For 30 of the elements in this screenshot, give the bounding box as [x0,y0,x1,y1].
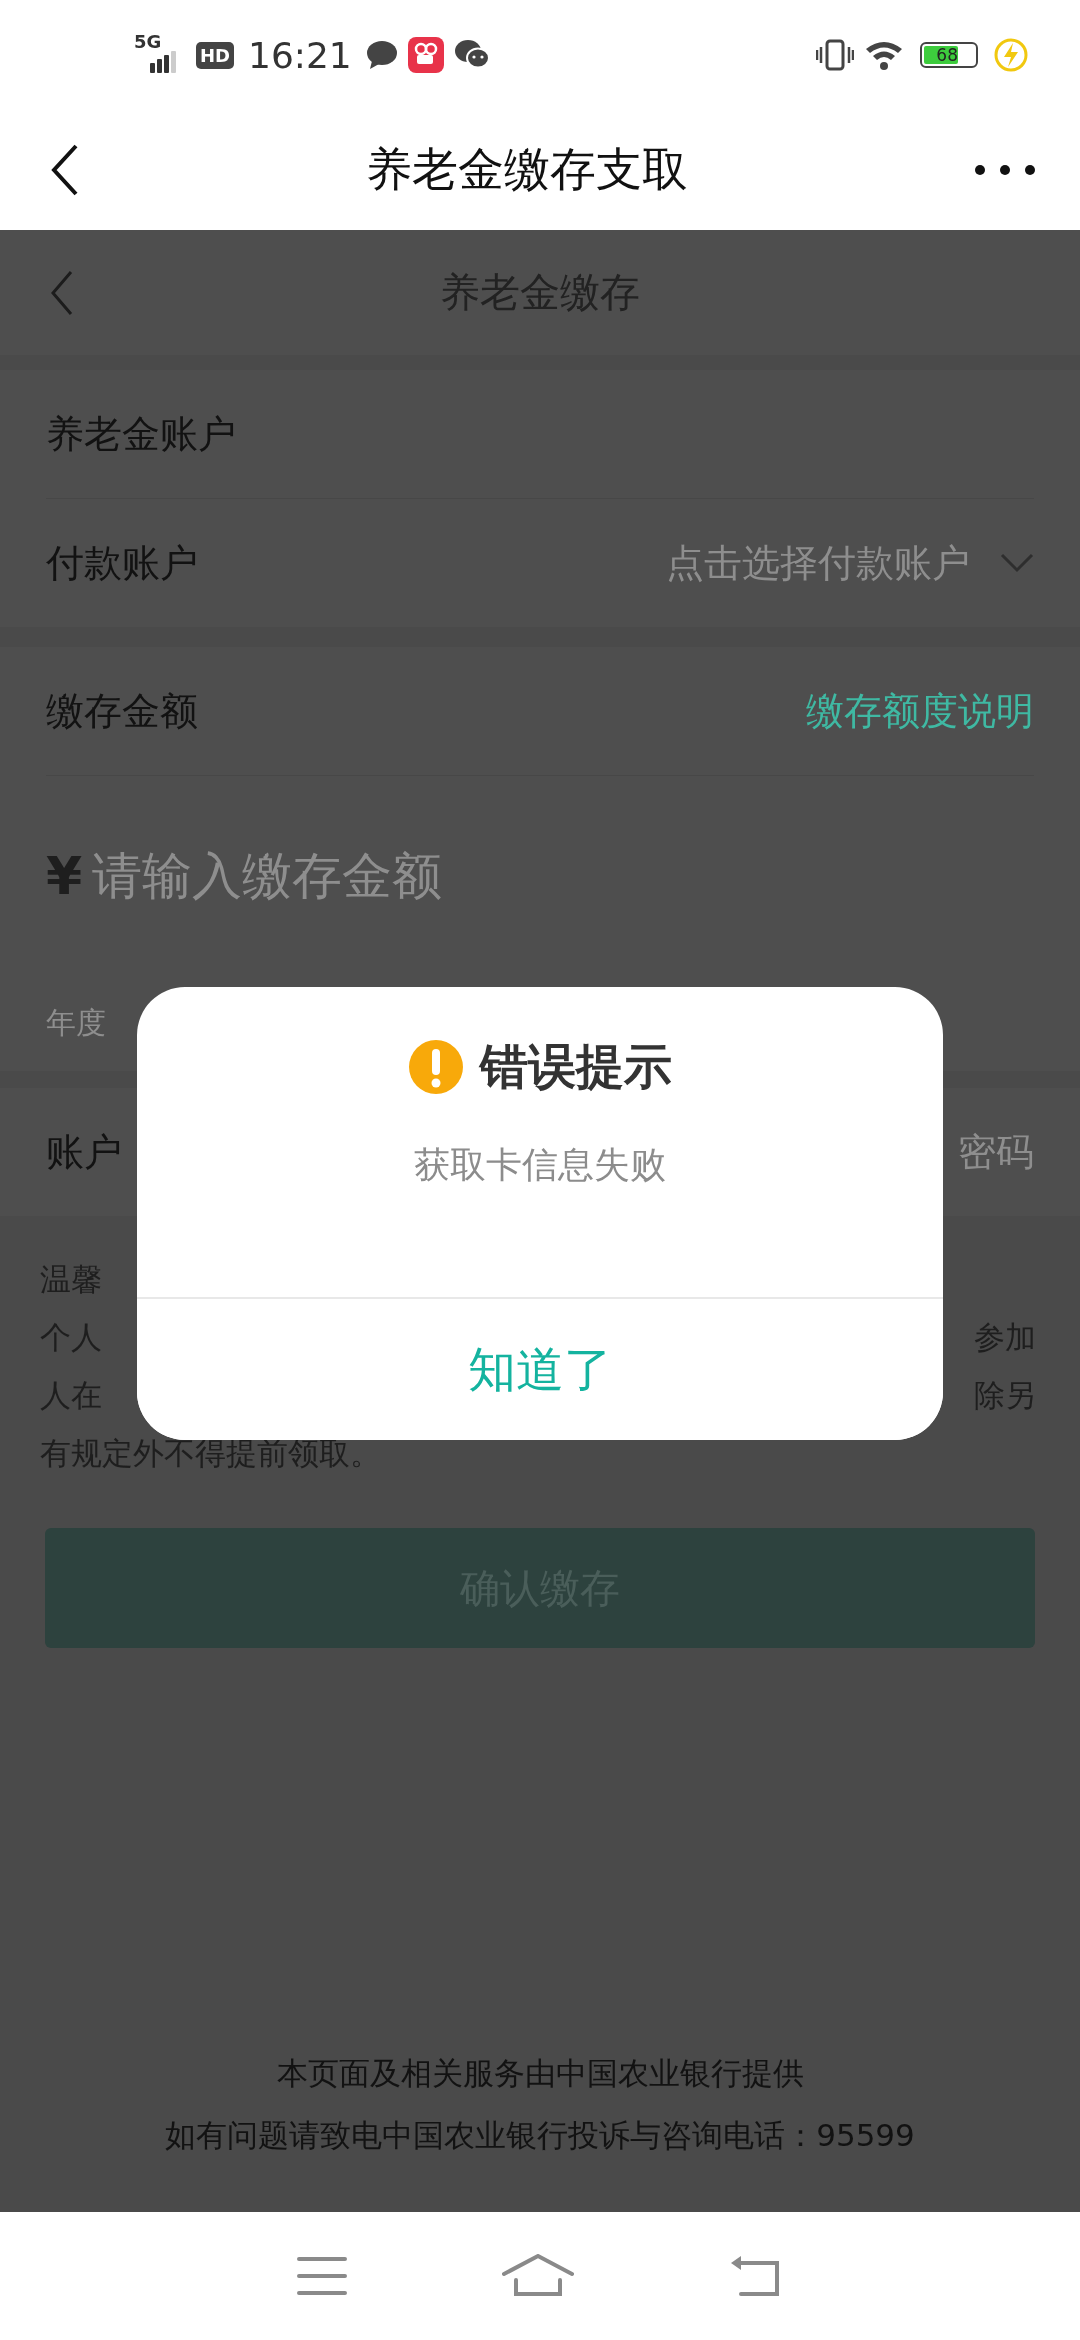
more-icon[interactable] [974,164,1036,176]
charging-icon [994,38,1028,72]
footer-text: 如有问题请致电中国农业银行投诉与咨询电话：95599 [165,2116,915,2155]
menu-icon[interactable] [297,2256,348,2296]
chevron-down-icon [1000,553,1034,573]
status-time: 16:21 [248,34,352,76]
field-label: 付款账户 [46,539,198,587]
field-label: 养老金账户 [46,410,236,458]
vibrate-icon [816,39,854,71]
back-icon[interactable] [50,143,80,197]
warning-icon [408,1039,464,1095]
ok-button[interactable]: 知道了 [137,1297,943,1440]
app-icon [407,37,444,73]
footer-text: 本页面及相关服务由中国农业银行提供 [276,2054,804,2093]
app-bar-title: 养老金缴存支取 [366,141,688,198]
chat-bubble-icon [365,40,398,70]
field-label: 缴存金额 [46,687,198,735]
battery-icon: 68 [920,42,978,68]
home-icon[interactable] [502,2254,574,2298]
wifi-icon [864,39,904,71]
password-hint: 密码 [958,1128,1034,1176]
dialog-message: 获取卡信息失败 [414,1143,666,1187]
quota-note: 年度 [46,1004,106,1042]
quota-link[interactable]: 缴存额度说明 [806,685,1034,737]
currency-symbol: ¥ [46,846,83,906]
hd-badge: HD [196,41,234,69]
account-picker[interactable]: 点击选择付款账户 [666,537,1034,589]
amount-input[interactable]: 请输入缴存金额 [92,847,793,905]
field-label: 账户 [46,1128,122,1176]
dialog-title: 错误提示 [480,1037,672,1096]
